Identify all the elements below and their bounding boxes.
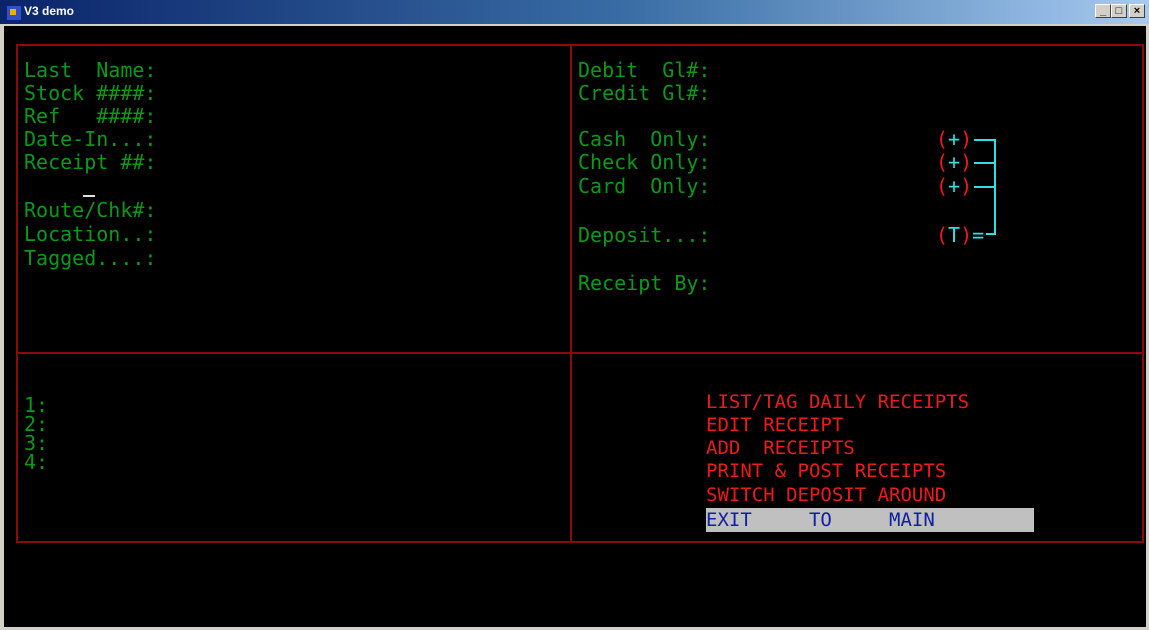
cash-plus-marker: (+) bbox=[936, 127, 973, 151]
menu-switch-deposit-around[interactable]: SWITCH DEPOSIT AROUND bbox=[706, 483, 1034, 507]
check-plus-marker: (+) bbox=[936, 150, 973, 174]
field-tagged-label: Tagged....: bbox=[24, 246, 157, 270]
menu-exit-to-main[interactable]: EXIT TO MAIN bbox=[706, 508, 1034, 532]
bracket-line-card bbox=[974, 186, 996, 188]
field-stock-label: Stock ####: bbox=[24, 81, 157, 105]
bracket-line-cash bbox=[974, 139, 996, 141]
field-credit-gl-label: Credit Gl#: bbox=[578, 81, 711, 105]
field-ref-label: Ref ####: bbox=[24, 104, 157, 128]
deposit-total-marker: (T)= bbox=[936, 223, 985, 247]
field-card-only-label: Card Only: bbox=[578, 174, 711, 198]
bracket-vertical bbox=[994, 139, 996, 235]
field-location-label: Location..: bbox=[24, 222, 157, 246]
field-receipt-by-label: Receipt By: bbox=[578, 271, 711, 295]
field-check-only-label: Check Only: bbox=[578, 150, 711, 174]
terminal-screen[interactable]: Last Name: Stock ####: Ref ####: Date-In… bbox=[4, 26, 1146, 627]
menu-edit-receipt[interactable]: EDIT RECEIPT bbox=[706, 413, 1034, 437]
menu-list-tag-daily-receipts[interactable]: LIST/TAG DAILY RECEIPTS bbox=[706, 390, 1034, 414]
menu-add-receipts[interactable]: ADD RECEIPTS bbox=[706, 436, 1034, 460]
bracket-line-check bbox=[974, 162, 996, 164]
close-button[interactable]: × bbox=[1129, 4, 1145, 18]
app-icon[interactable] bbox=[6, 5, 22, 21]
window-title: V3 demo bbox=[24, 4, 75, 18]
card-plus-marker: (+) bbox=[936, 174, 973, 198]
detail-line-4: 4: bbox=[24, 450, 49, 474]
field-deposit-label: Deposit...: bbox=[578, 223, 711, 247]
field-receipt-label: Receipt ##: bbox=[24, 150, 157, 174]
maximize-button[interactable]: □ bbox=[1111, 4, 1127, 18]
bracket-line-deposit bbox=[986, 233, 996, 235]
menu-print-post-receipts[interactable]: PRINT & POST RECEIPTS bbox=[706, 459, 1034, 483]
field-route-chk-label: Route/Chk#: bbox=[24, 198, 157, 222]
vertical-divider bbox=[570, 44, 572, 543]
minimize-button[interactable]: _ bbox=[1095, 4, 1111, 18]
app-window: V3 demo _ □ × Last Name: Stock ####: Ref… bbox=[0, 0, 1149, 630]
field-last-name-label: Last Name: bbox=[24, 58, 157, 82]
text-cursor bbox=[83, 195, 95, 197]
field-cash-only-label: Cash Only: bbox=[578, 127, 711, 151]
title-bar[interactable]: V3 demo _ □ × bbox=[0, 0, 1149, 24]
horizontal-divider bbox=[16, 352, 1144, 354]
field-debit-gl-label: Debit Gl#: bbox=[578, 58, 711, 82]
field-date-in-label: Date-In...: bbox=[24, 127, 157, 151]
